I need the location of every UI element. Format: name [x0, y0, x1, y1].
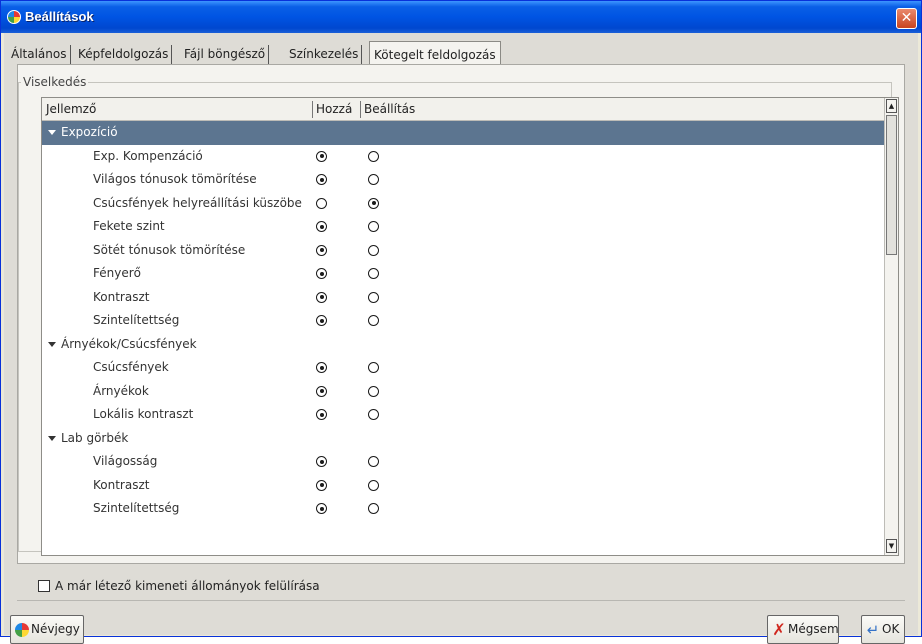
radio-beallitas[interactable]	[368, 456, 379, 467]
tree-item-label: Csúcsfények	[93, 360, 169, 374]
tree-group-row[interactable]: Expozíció	[42, 121, 884, 145]
tree-item-row[interactable]: Világosság	[42, 450, 884, 474]
tree-item-row[interactable]: Sötét tónusok tömörítése	[42, 239, 884, 263]
divider	[17, 600, 905, 601]
cancel-button-label: Mégsem	[788, 622, 839, 636]
radio-beallitas[interactable]	[368, 291, 379, 303]
cancel-button[interactable]: ✗ Mégsem	[767, 615, 839, 644]
tree-item-label: Csúcsfények helyreállítási küszöbe	[93, 195, 302, 210]
overwrite-checkbox[interactable]	[38, 580, 50, 592]
tree-item-row[interactable]: Csúcsfények helyreállítási küszöbe	[42, 192, 884, 216]
tab-fajl-bongeszo[interactable]: Fájl böngésző	[181, 45, 270, 64]
tree-group-label: Árnyékok/Csúcsfények	[61, 336, 197, 351]
group-legend: Viselkedés	[21, 75, 89, 89]
tree-item-label: Szintelítettség	[93, 501, 180, 515]
radio-beallitas[interactable]	[368, 315, 379, 326]
tree-item-row[interactable]: Exp. Kompenzáció	[42, 145, 884, 169]
tree-item-row[interactable]: Szintelítettség	[42, 497, 884, 521]
tree-item-label: Fényerő	[93, 266, 141, 280]
radio-beallitas[interactable]	[368, 197, 379, 209]
tree-item-row[interactable]: Csúcsfények	[42, 356, 884, 380]
vertical-scrollbar[interactable]: ▲ ▼	[884, 98, 898, 555]
tree-item-label: Fekete szint	[93, 219, 165, 233]
tree-header: Jellemző Hozzá Beállítás	[42, 98, 884, 121]
column-header-jellemzo[interactable]: Jellemző	[42, 98, 312, 120]
tree-item-label: Szintelítettség	[93, 313, 180, 327]
tree-item-row[interactable]: Fekete szint	[42, 215, 884, 239]
radio-beallitas[interactable]	[368, 409, 379, 420]
about-button[interactable]: Névjegy	[10, 615, 84, 644]
tab-kepfeldolgozas[interactable]: Képfeldolgozás	[75, 45, 173, 64]
radio-beallitas[interactable]	[368, 479, 379, 491]
settings-window: Beállítások ✕ Általános Képfeldolgozás F…	[0, 0, 922, 644]
radio-beallitas[interactable]	[368, 385, 379, 397]
radio-hozzaad[interactable]	[316, 503, 327, 514]
radio-hozzaad[interactable]	[316, 174, 327, 185]
dialog-client: Általános Képfeldolgozás Fájl böngésző S…	[4, 33, 918, 644]
radio-beallitas[interactable]	[368, 221, 379, 232]
radio-hozzaad[interactable]	[316, 479, 327, 491]
ok-button-label: OK	[882, 622, 900, 636]
ok-arrow-icon: ↵	[866, 621, 880, 639]
ok-button[interactable]: ↵ OK	[861, 615, 905, 644]
tree-item-label: Lokális kontraszt	[93, 407, 194, 421]
expand-triangle-icon[interactable]	[48, 435, 56, 441]
tree-item-row[interactable]: Szintelítettség	[42, 309, 884, 333]
column-header-hozza[interactable]: Hozzá	[312, 98, 360, 120]
radio-hozzaad[interactable]	[316, 221, 327, 232]
tab-szinkezeles[interactable]: Színkezelés	[286, 45, 363, 64]
expand-triangle-icon[interactable]	[48, 341, 56, 347]
app-logo-icon	[7, 10, 21, 24]
overwrite-checkbox-label: A már létező kimeneti állományok felülír…	[55, 579, 320, 593]
tree-item-row[interactable]: Fényerő	[42, 262, 884, 286]
tab-altalanos[interactable]: Általános	[8, 45, 71, 64]
radio-hozzaad[interactable]	[316, 197, 327, 209]
tree-group-row[interactable]: Lab görbék	[42, 427, 884, 451]
title-bar[interactable]: Beállítások ✕	[1, 1, 921, 33]
tree-group-label: Expozíció	[61, 125, 118, 139]
cancel-x-icon: ✗	[772, 620, 786, 639]
tree-item-row[interactable]: Árnyékok	[42, 380, 884, 404]
radio-beallitas[interactable]	[368, 150, 379, 162]
tree-item-row[interactable]: Lokális kontraszt	[42, 403, 884, 427]
radio-hozzaad[interactable]	[316, 315, 327, 326]
tree-item-row[interactable]: Világos tónusok tömörítése	[42, 168, 884, 192]
tab-kotegelt-feldolgozas[interactable]: Kötegelt feldolgozás	[369, 41, 501, 65]
tree-item-label: Sötét tónusok tömörítése	[93, 242, 246, 257]
about-button-label: Névjegy	[31, 622, 80, 636]
expand-triangle-icon[interactable]	[48, 130, 56, 135]
radio-hozzaad[interactable]	[316, 268, 327, 279]
tree-item-row[interactable]: Kontraszt	[42, 286, 884, 310]
window-title: Beállítások	[25, 9, 94, 24]
property-tree: Jellemző Hozzá Beállítás Expozíció Exp. K…	[41, 97, 899, 556]
radio-hozzaad[interactable]	[316, 362, 327, 373]
radio-hozzaad[interactable]	[316, 456, 327, 467]
radio-hozzaad[interactable]	[316, 291, 327, 303]
column-header-beallitas[interactable]: Beállítás	[360, 98, 560, 120]
tree-item-label: Világos tónusok tömörítése	[93, 172, 257, 186]
tree-item-label: Árnyékok	[93, 383, 149, 398]
scroll-up-icon[interactable]: ▲	[886, 99, 897, 113]
scroll-thumb[interactable]	[886, 115, 897, 255]
radio-beallitas[interactable]	[368, 362, 379, 373]
radio-beallitas[interactable]	[368, 503, 379, 514]
tree-item-label: Exp. Kompenzáció	[93, 148, 203, 163]
radio-hozzaad[interactable]	[316, 409, 327, 420]
tree-item-label: Kontraszt	[93, 289, 150, 304]
radio-beallitas[interactable]	[368, 174, 379, 185]
close-icon[interactable]: ✕	[896, 8, 917, 29]
tree-rows: Expozíció Exp. Kompenzáció Világos tónusok…	[42, 121, 884, 521]
scroll-down-icon[interactable]: ▼	[886, 539, 897, 553]
radio-beallitas[interactable]	[368, 268, 379, 279]
tree-group-row[interactable]: Árnyékok/Csúcsfények	[42, 333, 884, 357]
tree-item-row[interactable]: Kontraszt	[42, 474, 884, 498]
app-logo-icon	[15, 623, 29, 637]
tree-item-label: Világosság	[93, 454, 158, 468]
tree-item-label: Kontraszt	[93, 477, 150, 492]
radio-hozzaad[interactable]	[316, 244, 327, 256]
radio-beallitas[interactable]	[368, 244, 379, 256]
tree-group-label: Lab görbék	[61, 430, 129, 445]
radio-hozzaad[interactable]	[316, 385, 327, 397]
radio-hozzaad[interactable]	[316, 150, 327, 162]
